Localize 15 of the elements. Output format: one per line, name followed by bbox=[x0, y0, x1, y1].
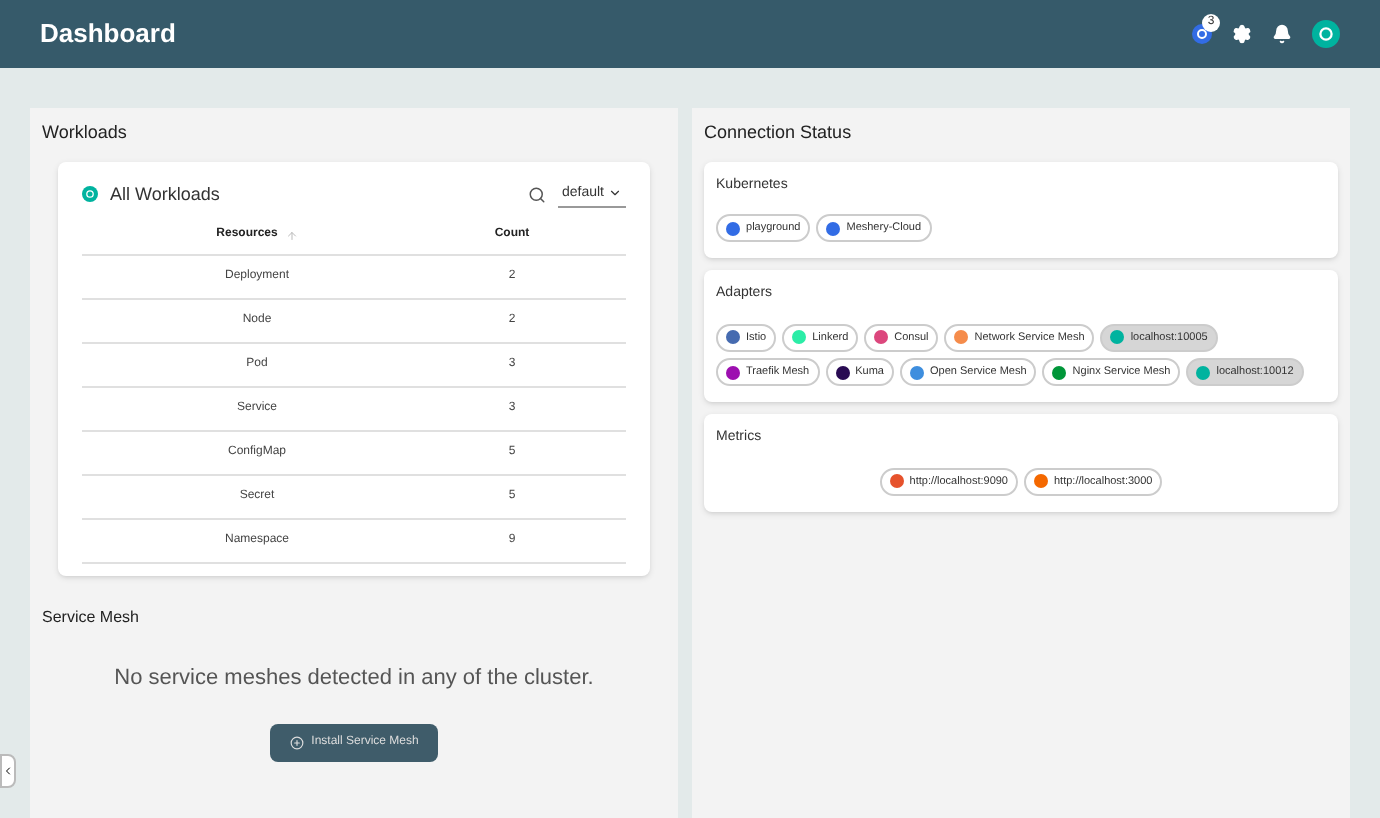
avatar-icon bbox=[1312, 20, 1340, 48]
settings-icon[interactable] bbox=[1232, 24, 1252, 44]
caret-icon bbox=[608, 186, 623, 201]
search-icon[interactable] bbox=[527, 185, 546, 204]
page-title: Dashboard bbox=[40, 16, 176, 53]
chevron-left-icon bbox=[2, 764, 14, 778]
section-title: Connection Status bbox=[704, 120, 854, 146]
workloads-icon bbox=[82, 186, 98, 203]
collapse-button[interactable] bbox=[0, 754, 16, 788]
section-title: Workloads bbox=[42, 120, 129, 146]
card-title: All Workloads bbox=[110, 181, 220, 207]
section-title: Service Mesh bbox=[42, 606, 141, 630]
bell-icon[interactable] bbox=[1272, 24, 1292, 44]
empty-message: No service meshes detected in any of the cluster. bbox=[112, 664, 596, 694]
plus-icon bbox=[289, 735, 304, 749]
